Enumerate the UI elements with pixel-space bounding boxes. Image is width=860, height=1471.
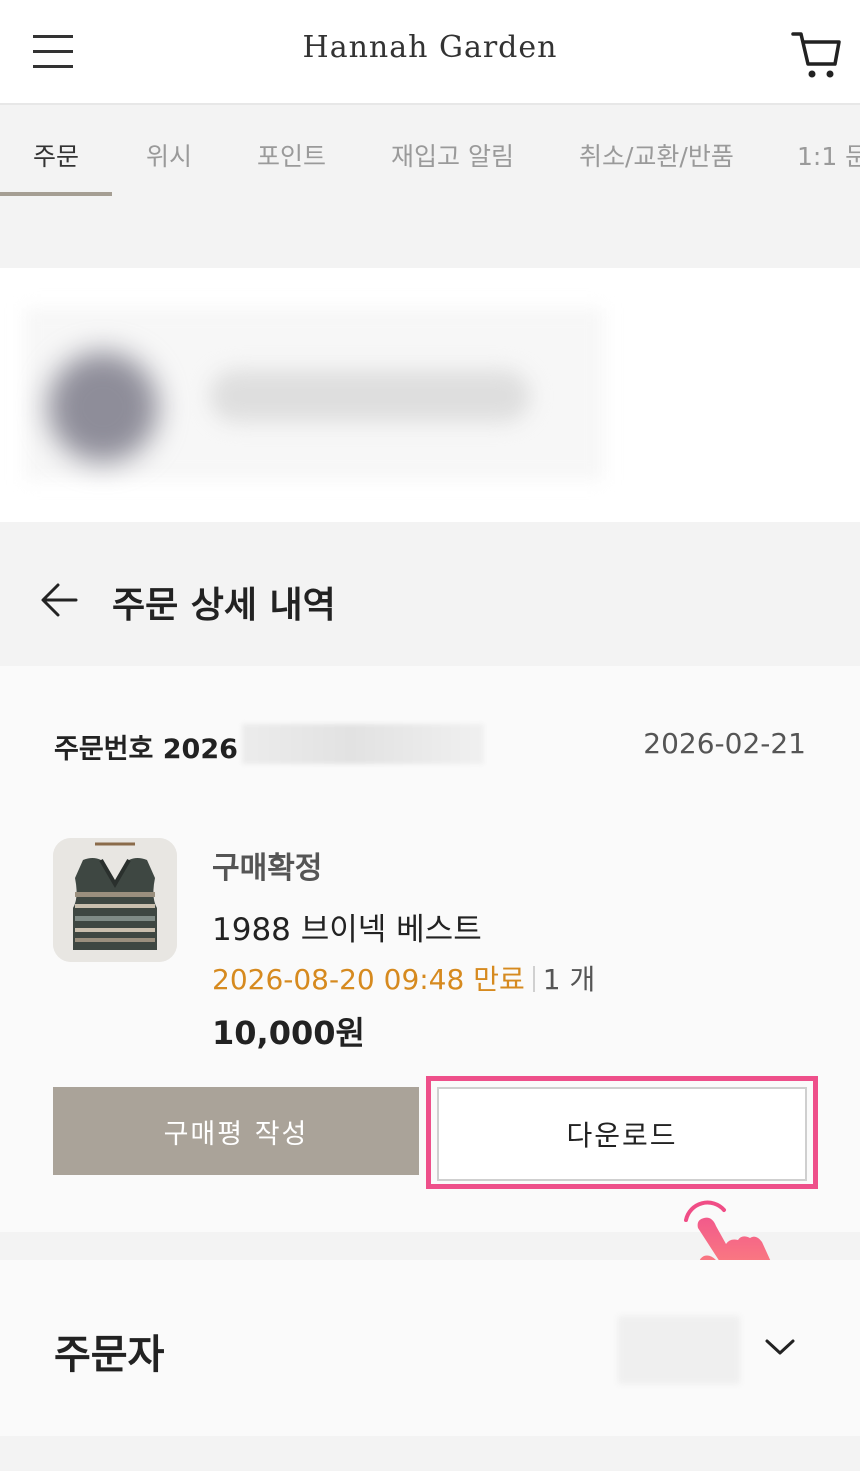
arrow-left-icon[interactable] xyxy=(40,582,80,618)
order-number-redaction xyxy=(242,724,484,764)
tab-cancel-exchange-return[interactable]: 취소/교환/반품 xyxy=(579,137,734,173)
blurred-avatar xyxy=(48,352,158,462)
shopping-cart-icon[interactable] xyxy=(790,28,842,82)
tab-restock-alert[interactable]: 재입고 알림 xyxy=(391,137,514,173)
quantity: 1 개 xyxy=(542,963,596,996)
orderer-title: 주문자 xyxy=(54,1332,165,1378)
brand-logo[interactable]: Hannah Garden xyxy=(0,30,860,65)
blurred-text xyxy=(210,370,530,422)
product-thumbnail[interactable] xyxy=(53,838,177,962)
download-button[interactable]: 다운로드 xyxy=(437,1087,807,1181)
order-number: 주문번호 2026 xyxy=(54,734,238,765)
order-date: 2026-02-21 xyxy=(643,727,806,760)
tab-inquiry[interactable]: 1:1 문 xyxy=(797,137,860,173)
write-review-button[interactable]: 구매평 작성 xyxy=(53,1087,419,1175)
tab-order[interactable]: 주문 xyxy=(33,137,79,173)
active-tab-indicator xyxy=(0,192,112,196)
page-title: 주문 상세 내역 xyxy=(112,585,336,626)
expire-date: 2026-08-20 09:48 만료 xyxy=(212,963,525,996)
mypage-tabs: 주문 위시 포인트 재입고 알림 취소/교환/반품 1:1 문 xyxy=(0,107,860,197)
tab-point[interactable]: 포인트 xyxy=(257,137,326,173)
order-status: 구매확정 xyxy=(212,851,323,886)
product-name[interactable]: 1988 브이넥 베스트 xyxy=(212,904,482,949)
orderer-name-redaction xyxy=(618,1316,740,1384)
product-price: 10,000원 xyxy=(212,1014,365,1052)
chevron-down-icon[interactable] xyxy=(764,1336,796,1358)
tab-wish[interactable]: 위시 xyxy=(146,137,192,173)
divider xyxy=(532,966,535,992)
expire-row: 2026-08-20 09:48 만료 1 개 xyxy=(212,958,595,998)
app-header: Hannah Garden xyxy=(0,0,860,105)
